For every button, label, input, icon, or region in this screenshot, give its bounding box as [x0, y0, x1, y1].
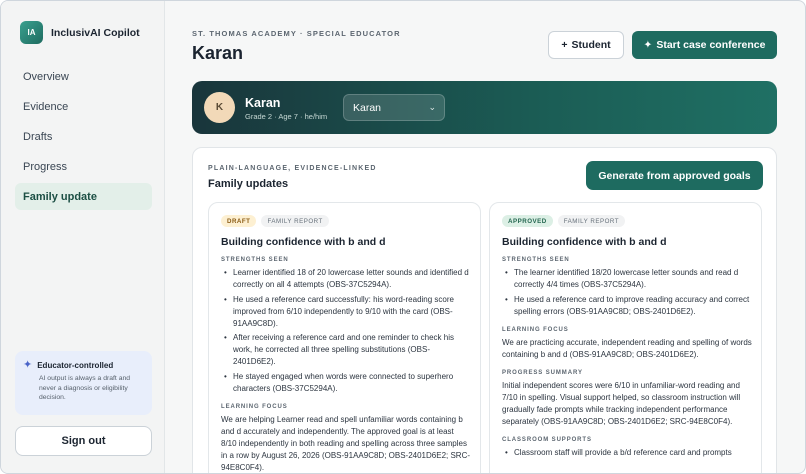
list-item: After receiving a reference card and one… — [221, 332, 471, 368]
educator-card-text: AI output is always a draft and never a … — [39, 375, 131, 401]
report-title: Building confidence with b and d — [502, 236, 667, 248]
add-student-label: Student — [571, 39, 611, 51]
sparkle-icon: ✦ — [643, 39, 653, 51]
sidebar-item-evidence[interactable]: Evidence — [15, 93, 152, 120]
strengths-heading: STRENGTHS SEEN — [221, 257, 289, 263]
sign-out-button[interactable]: Sign out — [15, 426, 152, 456]
sidebar-nav: Overview Evidence Drafts Progress Family… — [15, 63, 152, 213]
page-title: Karan — [192, 43, 244, 63]
avatar: K — [204, 92, 235, 123]
learning-focus-text: We are helping Learner read and spell un… — [221, 414, 471, 472]
status-badge: DRAFT — [221, 215, 257, 227]
strengths-heading: STRENGTHS SEEN — [502, 257, 570, 263]
progress-summary-heading: PROGRESS SUMMARY — [502, 369, 583, 376]
start-case-conference-button[interactable]: ✦ Start case conference — [632, 31, 777, 59]
app-window: IA InclusivAI Copilot Overview Evidence … — [0, 0, 806, 474]
list-item: He stayed engaged when words were connec… — [221, 371, 471, 395]
draft-report-card[interactable]: DRAFT FAMILY REPORT Building confidence … — [208, 202, 481, 473]
status-badge: APPROVED — [502, 215, 553, 227]
progress-summary-text: Initial independent scores were 6/10 in … — [502, 380, 741, 426]
app-logo: IA — [20, 21, 43, 44]
sparkle-icon: ✦ — [23, 359, 33, 371]
list-item: He used a reference card to improve read… — [502, 294, 752, 318]
brand[interactable]: IA InclusivAI Copilot — [20, 21, 140, 44]
report-kind-badge: FAMILY REPORT — [557, 215, 626, 227]
family-updates-card: PLAIN-LANGUAGE, EVIDENCE-LINKED Family u… — [192, 147, 777, 473]
list-item: Classroom staff will provide a b/d refer… — [502, 447, 752, 459]
classroom-supports-heading: CLASSROOM SUPPORTS — [502, 436, 592, 443]
strengths-list: Learner identified 18 of 20 lowercase le… — [221, 267, 471, 395]
plus-icon: + — [561, 39, 568, 51]
list-item: Learner identified 18 of 20 lowercase le… — [221, 267, 471, 291]
generate-from-goals-button[interactable]: Generate from approved goals — [586, 161, 763, 190]
strengths-list: The learner identified 18/20 lowercase l… — [502, 267, 752, 318]
report-kind-badge: FAMILY REPORT — [261, 215, 329, 227]
add-student-button[interactable]: + Student — [548, 31, 624, 59]
app-name: InclusivAI Copilot — [51, 26, 140, 39]
family-updates-eyebrow: PLAIN-LANGUAGE, EVIDENCE-LINKED — [208, 165, 377, 172]
educator-controlled-card: ✦ Educator-controlled AI output is alway… — [15, 351, 152, 415]
school-eyebrow: ST. THOMAS ACADEMY · SPECIAL EDUCATOR — [192, 29, 401, 38]
learning-focus-text: We are practicing accurate, independent … — [502, 337, 752, 359]
student-banner: K Karan Grade 2 · Age 7 · he/him Karan ⌄ — [192, 81, 777, 134]
approved-report-card[interactable]: APPROVED FAMILY REPORT Building confiden… — [489, 202, 762, 473]
list-item: He used a reference card successfully: h… — [221, 294, 471, 330]
learning-focus-heading: LEARNING FOCUS — [502, 326, 569, 333]
educator-card-title: Educator-controlled — [37, 361, 114, 370]
student-select[interactable]: Karan ⌄ — [343, 94, 445, 121]
student-name: Karan — [245, 96, 281, 110]
student-meta: Grade 2 · Age 7 · he/him — [245, 112, 328, 121]
learning-focus-heading: LEARNING FOCUS — [221, 403, 288, 410]
chevron-down-icon: ⌄ — [428, 102, 436, 112]
sidebar-item-drafts[interactable]: Drafts — [15, 123, 152, 150]
family-updates-title: Family updates — [208, 178, 289, 190]
sidebar-item-progress[interactable]: Progress — [15, 153, 152, 180]
start-case-conference-label: Start case conference — [656, 39, 766, 51]
sidebar: IA InclusivAI Copilot Overview Evidence … — [1, 1, 165, 473]
supports-list: Classroom staff will provide a b/d refer… — [502, 447, 752, 459]
report-title: Building confidence with b and d — [221, 236, 386, 248]
sidebar-item-overview[interactable]: Overview — [15, 63, 152, 90]
sidebar-item-family-update[interactable]: Family update — [15, 183, 152, 210]
list-item: The learner identified 18/20 lowercase l… — [502, 267, 752, 291]
student-select-value: Karan — [353, 101, 382, 114]
